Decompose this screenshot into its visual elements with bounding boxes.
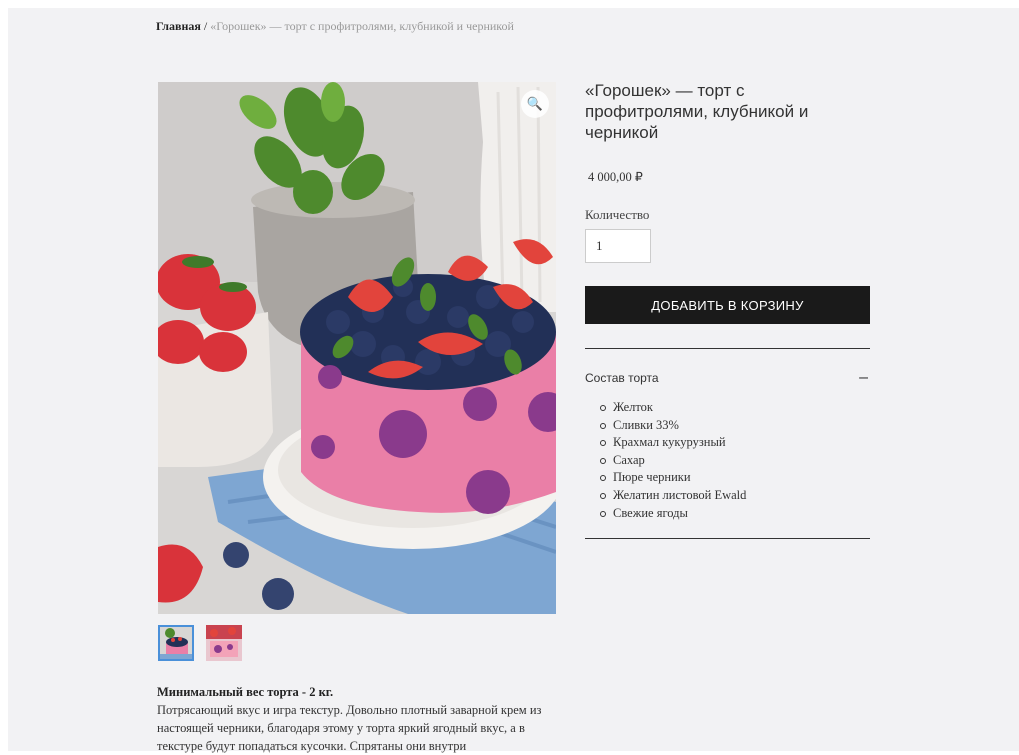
- list-item: Сахар: [600, 452, 870, 470]
- magnifier-icon: 🔍: [526, 96, 544, 111]
- accordion-title: Состав торта: [585, 371, 659, 385]
- breadcrumb-current: «Горошек» — торт с профитролями, клубник…: [210, 19, 514, 33]
- product-description: Минимальный вес торта - 2 кг. Потрясающи…: [157, 683, 567, 755]
- quantity-input[interactable]: [585, 229, 651, 263]
- product-price: 4 000,00 ₽: [588, 170, 643, 184]
- list-item: Желатин листовой Ewald: [600, 487, 870, 505]
- zoom-button[interactable]: 🔍: [521, 90, 549, 118]
- thumbnail-1-image: [160, 627, 192, 659]
- thumbnail-strip: [158, 625, 242, 661]
- accordion-divider-bottom: [585, 538, 870, 540]
- list-item: Свежие ягоды: [600, 505, 870, 523]
- product-main-image[interactable]: 🔍: [158, 82, 556, 614]
- page-container: Главная / «Горошек» — торт с профитролями,…: [8, 8, 1019, 753]
- thumbnail-2-image: [206, 625, 242, 661]
- add-to-cart-button[interactable]: ДОБАВИТЬ В КОРЗИНУ: [585, 286, 870, 324]
- cake-photo: [158, 82, 556, 614]
- list-item: Пюре черники: [600, 469, 870, 487]
- thumbnail-2[interactable]: [206, 625, 242, 661]
- product-info: «Горошек» — торт с профитролями, клубник…: [585, 80, 870, 540]
- ingredients-list: Желток Сливки 33% Крахмал кукурузный Сах…: [585, 399, 870, 522]
- product-title: «Горошек» — торт с профитролями, клубник…: [585, 81, 809, 142]
- list-item: Крахмал кукурузный: [600, 434, 870, 452]
- description-text: Потрясающий вкус и игра текстур. Довольн…: [157, 703, 542, 753]
- list-item: Сливки 33%: [600, 417, 870, 435]
- breadcrumb: Главная / «Горошек» — торт с профитролями,…: [156, 19, 514, 34]
- breadcrumb-home-link[interactable]: Главная: [156, 19, 201, 33]
- min-weight-label: Минимальный вес торта - 2 кг.: [157, 685, 334, 699]
- breadcrumb-separator: /: [203, 19, 208, 33]
- collapse-icon[interactable]: –: [859, 369, 870, 387]
- quantity-label: Количество: [585, 207, 650, 222]
- thumbnail-1[interactable]: [158, 625, 194, 661]
- list-item: Желток: [600, 399, 870, 417]
